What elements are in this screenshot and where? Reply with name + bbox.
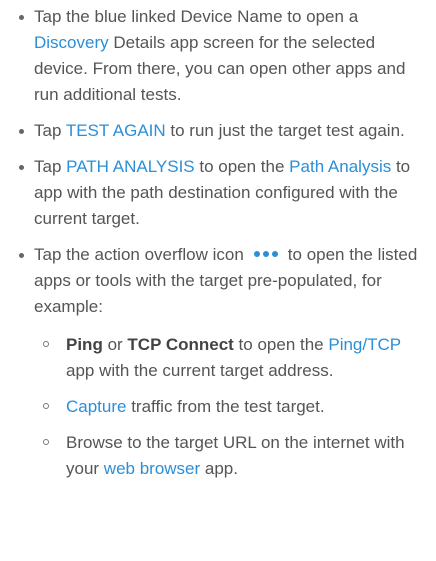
sub-bullet-icon [43, 439, 49, 445]
example-sublist: Ping or TCP Connect to open the Ping/TCP… [34, 332, 426, 482]
document: Tap the blue linked Device Name to open … [0, 0, 436, 482]
bullet-icon [19, 165, 24, 170]
bullet-icon [19, 253, 24, 258]
ping-tcp-link[interactable]: Ping/TCP [328, 335, 400, 354]
list-item: Tap the blue linked Device Name to open … [12, 4, 426, 108]
test-again-link[interactable]: TEST AGAIN [66, 121, 166, 140]
path-analysis-label-link[interactable]: PATH ANALYSIS [66, 157, 195, 176]
instruction-list: Tap the blue linked Device Name to open … [12, 4, 426, 482]
web-browser-link[interactable]: web browser [104, 459, 200, 478]
list-item: Tap PATH ANALYSIS to open the Path Analy… [12, 154, 426, 232]
list-item: Tap the action overflow icon to open the … [12, 242, 426, 482]
bullet-icon [19, 129, 24, 134]
capture-link[interactable]: Capture [66, 397, 126, 416]
sublist-item: Browse to the target URL on the internet… [34, 430, 426, 482]
bullet-icon [19, 15, 24, 20]
overflow-dots-icon [253, 251, 278, 258]
sub-bullet-icon [43, 403, 49, 409]
sublist-item: Capture traffic from the test target. [34, 394, 426, 420]
list-item: Tap TEST AGAIN to run just the target te… [12, 118, 426, 144]
sub-bullet-icon [43, 341, 49, 347]
path-analysis-link[interactable]: Path Analysis [289, 157, 391, 176]
sublist-item: Ping or TCP Connect to open the Ping/TCP… [34, 332, 426, 384]
discovery-link[interactable]: Discovery [34, 33, 109, 52]
